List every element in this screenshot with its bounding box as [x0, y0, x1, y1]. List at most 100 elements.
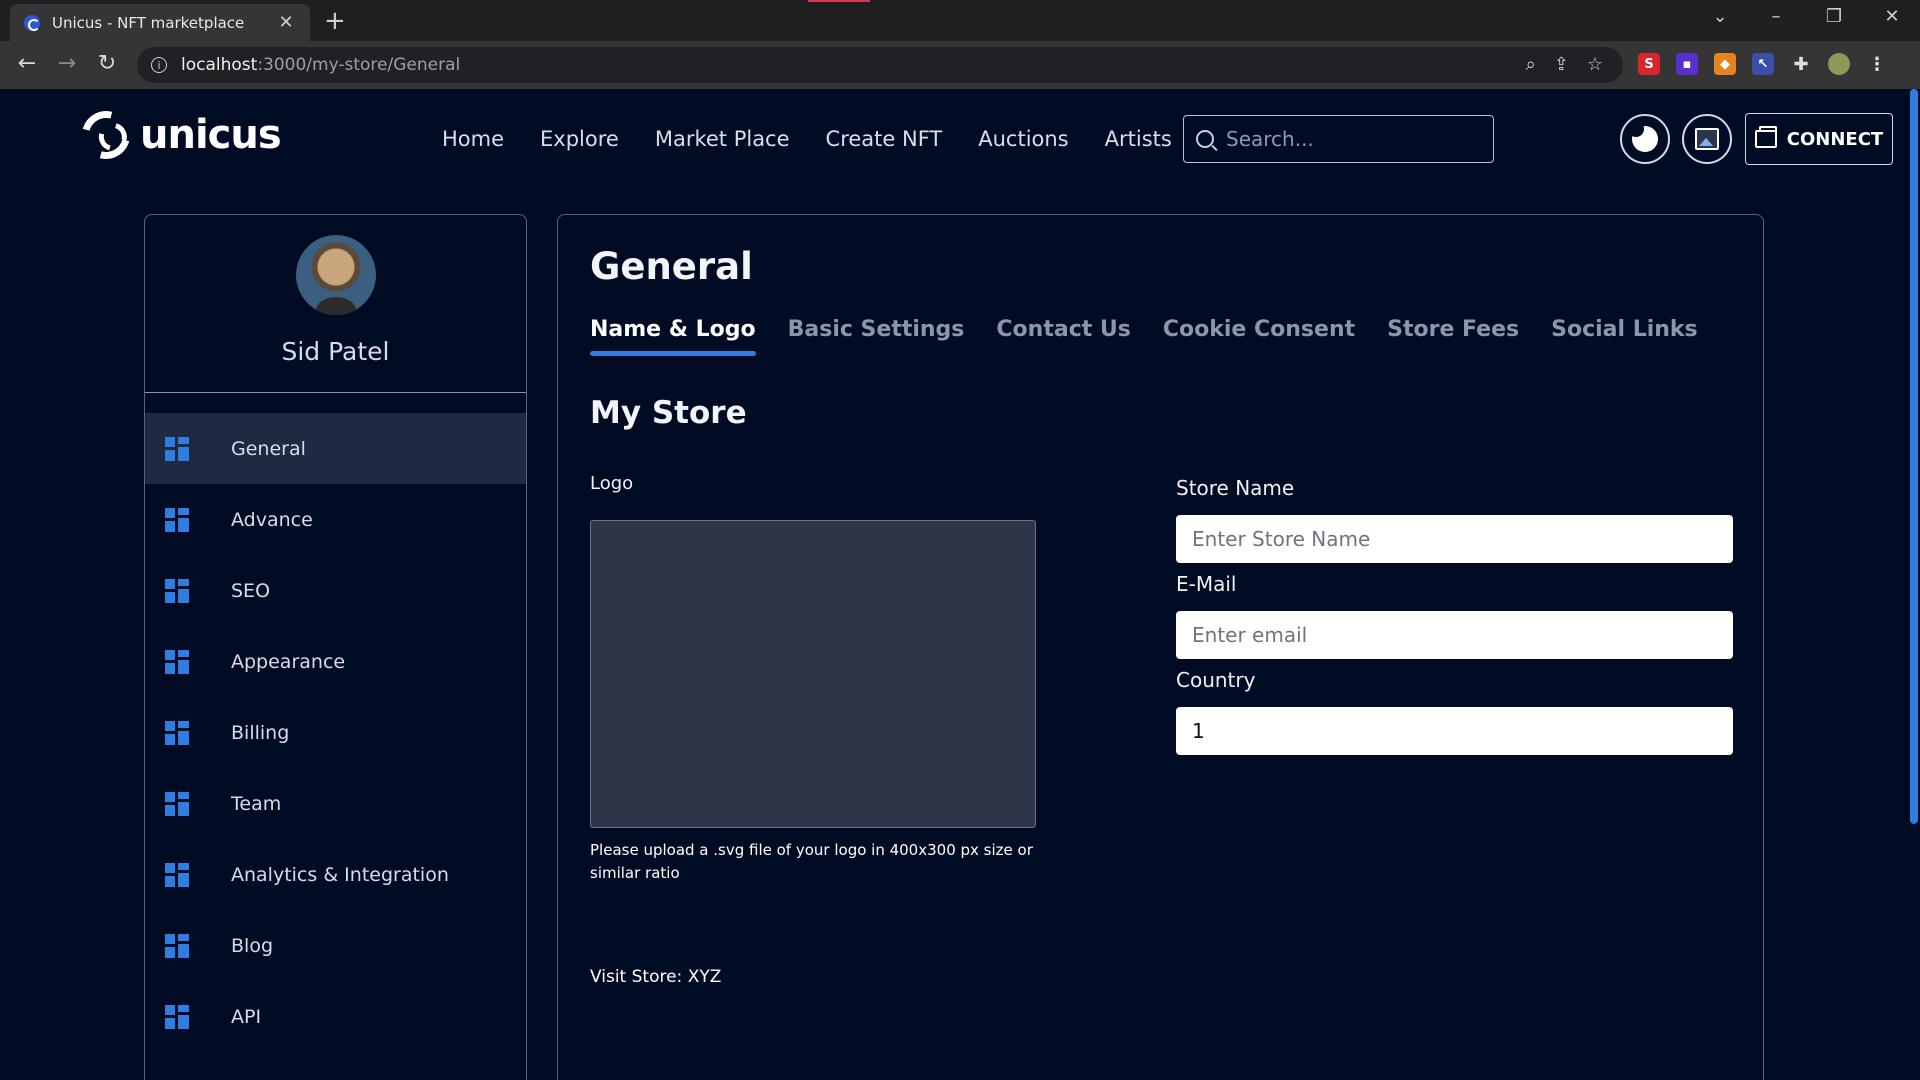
dashboard-grid-icon [165, 720, 189, 745]
search-box [1183, 115, 1494, 163]
sidebar-item-label: Team [231, 792, 282, 815]
page-scrollbar[interactable] [1908, 89, 1920, 1080]
settings-tabs: Name & Logo Basic Settings Contact Us Co… [590, 317, 1730, 356]
bookmark-star-icon[interactable]: ☆ [1587, 54, 1603, 75]
tab-store-fees[interactable]: Store Fees [1387, 317, 1519, 356]
forward-icon[interactable]: → [52, 51, 82, 76]
avatar [295, 235, 376, 315]
brand-logo[interactable]: unicus [73, 102, 282, 168]
sidebar-item-team[interactable]: Team [145, 768, 526, 839]
search-input[interactable] [1226, 127, 1476, 151]
browser-menu-icon[interactable]: ⋮ [1866, 53, 1888, 75]
scrollbar-thumb[interactable] [1910, 89, 1918, 824]
visit-store-link[interactable]: Visit Store: XYZ [590, 967, 721, 987]
browser-tab[interactable]: Unicus - NFT marketplace ✕ [10, 4, 310, 41]
sidebar-item-general[interactable]: General [145, 413, 526, 484]
store-name-input[interactable] [1176, 515, 1733, 563]
nav-home[interactable]: Home [442, 127, 504, 151]
sidebar-item-label: API [231, 1005, 262, 1028]
nav-artists[interactable]: Artists [1105, 127, 1172, 151]
wallet-icon [1754, 126, 1777, 148]
sidebar-item-label: Blog [231, 934, 273, 957]
dashboard-grid-icon [165, 862, 189, 887]
extensions-puzzle-icon[interactable]: ✚ [1790, 53, 1812, 75]
back-icon[interactable]: ← [12, 51, 42, 76]
extension-cursor-icon[interactable]: ↖ [1752, 53, 1774, 75]
extension-s-icon[interactable]: S [1638, 53, 1660, 75]
restore-icon[interactable]: ❐ [1814, 6, 1854, 27]
close-tab-icon[interactable]: ✕ [276, 12, 296, 33]
moon-icon [1628, 121, 1658, 152]
settings-panel: General Name & Logo Basic Settings Conta… [557, 214, 1764, 1080]
dashboard-grid-icon [165, 649, 189, 674]
sidebar-item-label: Appearance [231, 650, 346, 673]
sidebar-item-api[interactable]: API [145, 981, 526, 1052]
close-window-icon[interactable]: ✕ [1872, 6, 1912, 27]
country-label: Country [1176, 668, 1256, 692]
dashboard-grid-icon [165, 578, 189, 603]
connect-label: CONNECT [1786, 128, 1884, 150]
extension-badge-icon[interactable]: ▪ [1676, 53, 1698, 75]
tab-contact-us[interactable]: Contact Us [996, 317, 1130, 356]
tab-strip-accent [808, 0, 870, 2]
tab-title: Unicus - NFT marketplace [52, 13, 245, 32]
dashboard-grid-icon [165, 933, 189, 958]
profile-name: Sid Patel [281, 337, 390, 366]
logo-upload-area[interactable] [590, 520, 1036, 828]
profile-avatar-icon[interactable] [1828, 53, 1850, 75]
dashboard-grid-icon [165, 507, 189, 532]
browser-tabbar: Unicus - NFT marketplace ✕ + ⌄ – ❐ ✕ [0, 0, 1920, 41]
nav-auctions[interactable]: Auctions [978, 127, 1068, 151]
site-header: unicus Home Explore Market Place Create … [0, 89, 1920, 189]
connect-button[interactable]: CONNECT [1745, 113, 1893, 165]
email-field[interactable] [1176, 611, 1733, 659]
minimize-icon[interactable]: – [1756, 6, 1796, 27]
sidebar-item-appearance[interactable]: Appearance [145, 626, 526, 697]
brand-name: unicus [140, 112, 282, 158]
tab-name-logo[interactable]: Name & Logo [590, 317, 756, 356]
address-bar[interactable]: i localhost :3000/my-store/General ⌕ ⇪ ☆ [137, 47, 1623, 83]
nav-explore[interactable]: Explore [540, 127, 619, 151]
share-icon[interactable]: ⇪ [1554, 54, 1569, 75]
url-host: localhost [181, 55, 258, 75]
metamask-fox-icon[interactable]: ◆ [1714, 53, 1736, 75]
page-title: General [590, 245, 753, 288]
browser-toolbar: ← → ↻ i localhost :3000/my-store/General… [0, 41, 1920, 89]
sidebar-item-analytics-integration[interactable]: Analytics & Integration [145, 839, 526, 910]
email-label: E-Mail [1176, 572, 1237, 596]
store-sidebar: Sid Patel General Advance SEO Appearance… [144, 214, 527, 1080]
tab-search-icon[interactable]: ⌄ [1700, 6, 1740, 27]
profile-image-button[interactable] [1682, 114, 1732, 164]
image-icon [1695, 128, 1719, 150]
sidebar-item-label: Advance [231, 508, 313, 531]
sidebar-item-label: SEO [231, 579, 271, 602]
nav-create-nft[interactable]: Create NFT [826, 127, 943, 151]
country-field[interactable] [1176, 707, 1733, 755]
url-path: :3000/my-store/General [257, 55, 461, 75]
favicon-icon [24, 14, 40, 31]
site-info-icon[interactable]: i [151, 57, 167, 73]
tab-basic-settings[interactable]: Basic Settings [788, 317, 965, 356]
sidebar-item-label: Billing [231, 721, 290, 744]
tab-cookie-consent[interactable]: Cookie Consent [1163, 317, 1355, 356]
new-tab-icon[interactable]: + [324, 6, 346, 36]
logo-label: Logo [590, 473, 634, 494]
zoom-icon[interactable]: ⌕ [1526, 54, 1536, 75]
tab-social-links[interactable]: Social Links [1551, 317, 1698, 356]
sidebar-item-advance[interactable]: Advance [145, 484, 526, 555]
sidebar-item-billing[interactable]: Billing [145, 697, 526, 768]
dashboard-grid-icon [165, 436, 189, 461]
store-name-label: Store Name [1176, 476, 1295, 500]
dashboard-grid-icon [165, 1004, 189, 1029]
nav-market-place[interactable]: Market Place [655, 127, 790, 151]
reload-icon[interactable]: ↻ [92, 51, 122, 76]
section-title: My Store [590, 395, 747, 431]
theme-toggle-button[interactable] [1620, 114, 1670, 164]
sidebar-item-label: Analytics & Integration [231, 863, 449, 886]
search-icon [1196, 130, 1214, 148]
logo-help-text: Please upload a .svg file of your logo i… [590, 841, 1033, 882]
sidebar-item-seo[interactable]: SEO [145, 555, 526, 626]
sidebar-item-label: General [231, 437, 306, 460]
unicus-logo-icon [73, 102, 139, 168]
sidebar-item-blog[interactable]: Blog [145, 910, 526, 981]
